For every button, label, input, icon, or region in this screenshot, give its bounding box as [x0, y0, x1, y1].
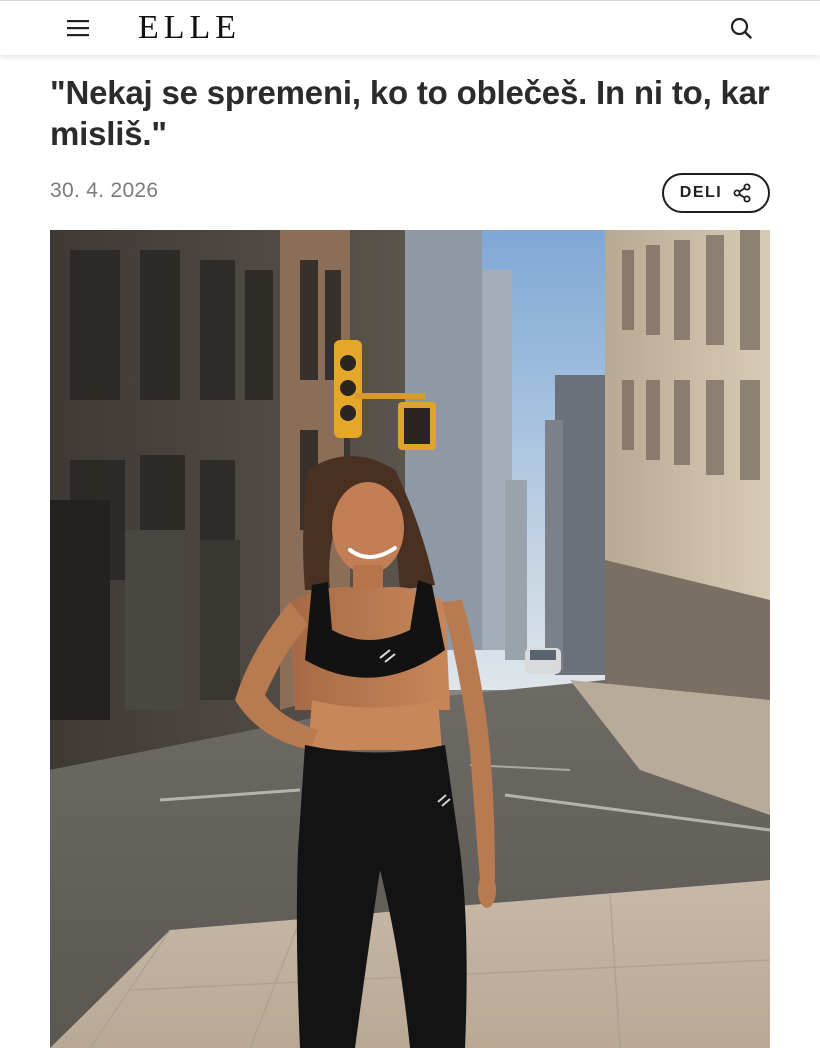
share-button[interactable]: DELI — [662, 173, 770, 213]
article-date: 30. 4. 2026 — [50, 179, 159, 202]
share-button-label: DELI — [679, 184, 723, 201]
share-icon — [733, 183, 751, 203]
hero-image[interactable] — [50, 230, 770, 1048]
hamburger-menu-icon — [67, 20, 89, 37]
menu-button[interactable] — [62, 13, 94, 43]
site-logo[interactable]: ELLE — [138, 7, 241, 49]
search-button[interactable] — [726, 13, 756, 43]
article-title: "Nekaj se spremeni, ko to oblečeš. In ni… — [50, 74, 770, 152]
site-header: ELLE — [0, 0, 820, 55]
hero-photo-illustration — [50, 230, 770, 1048]
search-icon — [730, 17, 752, 39]
